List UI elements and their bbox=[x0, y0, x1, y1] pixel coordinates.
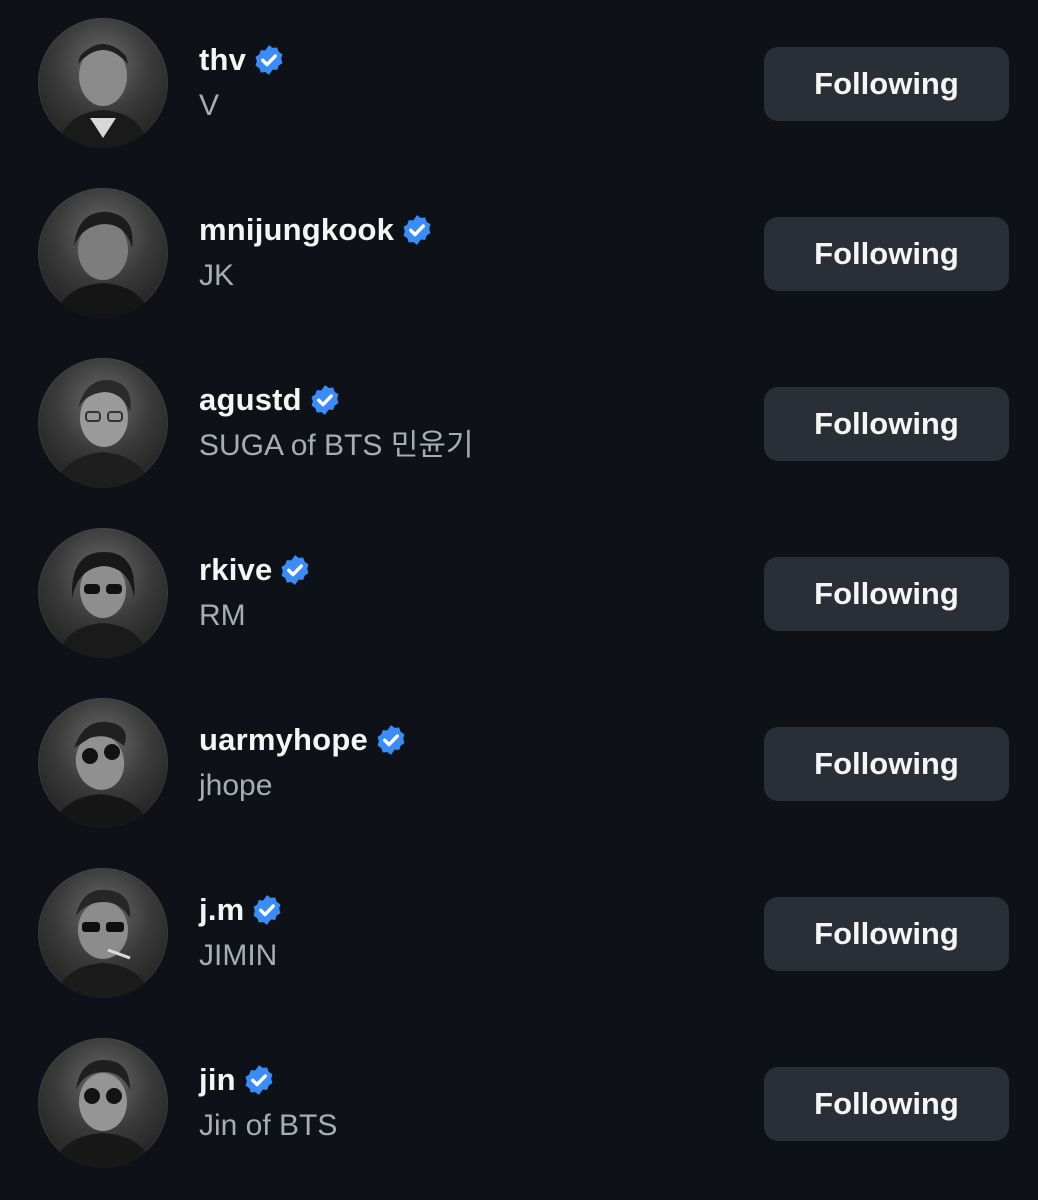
avatar[interactable] bbox=[38, 1038, 168, 1168]
verified-badge-icon bbox=[311, 385, 339, 415]
user-row-rkive[interactable]: rkive RM Following bbox=[0, 510, 1038, 680]
verified-badge-icon bbox=[253, 895, 281, 925]
avatar[interactable] bbox=[38, 868, 168, 998]
profile-photo-icon bbox=[58, 552, 148, 658]
following-button[interactable]: Following bbox=[764, 1067, 1009, 1141]
verified-badge-icon bbox=[403, 215, 431, 245]
username[interactable]: mnijungkook bbox=[199, 212, 394, 248]
following-button[interactable]: Following bbox=[764, 217, 1009, 291]
avatar[interactable] bbox=[38, 188, 168, 318]
display-name: SUGA of BTS 민윤기 bbox=[199, 429, 474, 462]
verified-badge-icon bbox=[281, 555, 309, 585]
user-row-thv[interactable]: thv V Following bbox=[0, 0, 1038, 170]
profile-photo-icon bbox=[56, 211, 150, 318]
following-button[interactable]: Following bbox=[764, 727, 1009, 801]
username[interactable]: thv bbox=[199, 42, 246, 78]
display-name: Jin of BTS bbox=[199, 1109, 338, 1142]
verified-badge-icon bbox=[255, 45, 283, 75]
following-button[interactable]: Following bbox=[764, 897, 1009, 971]
display-name: V bbox=[199, 89, 220, 122]
following-button[interactable]: Following bbox=[764, 387, 1009, 461]
profile-photo-icon bbox=[58, 44, 148, 148]
profile-photo-icon bbox=[56, 889, 150, 998]
user-row-agustd[interactable]: agustd SUGA of BTS 민윤기 Following bbox=[0, 340, 1038, 510]
display-name: jhope bbox=[199, 769, 273, 802]
profile-photo-icon bbox=[54, 1060, 152, 1168]
username[interactable]: uarmyhope bbox=[199, 722, 368, 758]
user-row-jin[interactable]: jin Jin of BTS Following bbox=[0, 1020, 1038, 1190]
avatar[interactable] bbox=[38, 18, 168, 148]
following-list: thv V Following mnijungkook JK Following… bbox=[0, 0, 1038, 1200]
username[interactable]: rkive bbox=[199, 552, 272, 588]
user-row-mnijungkook[interactable]: mnijungkook JK Following bbox=[0, 170, 1038, 340]
display-name: RM bbox=[199, 599, 246, 632]
username[interactable]: jin bbox=[199, 1062, 236, 1098]
verified-badge-icon bbox=[377, 725, 405, 755]
username[interactable]: j.m bbox=[199, 892, 244, 928]
verified-badge-icon bbox=[245, 1065, 273, 1095]
following-button[interactable]: Following bbox=[764, 47, 1009, 121]
profile-photo-icon bbox=[56, 379, 150, 488]
avatar[interactable] bbox=[38, 358, 168, 488]
display-name: JK bbox=[199, 259, 235, 292]
user-row-j.m[interactable]: j.m JIMIN Following bbox=[0, 850, 1038, 1020]
avatar[interactable] bbox=[38, 528, 168, 658]
user-row-uarmyhope[interactable]: uarmyhope jhope Following bbox=[0, 680, 1038, 850]
following-button[interactable]: Following bbox=[764, 557, 1009, 631]
username[interactable]: agustd bbox=[199, 382, 302, 418]
display-name: JIMIN bbox=[199, 939, 278, 972]
profile-photo-icon bbox=[54, 721, 150, 828]
avatar[interactable] bbox=[38, 698, 168, 828]
